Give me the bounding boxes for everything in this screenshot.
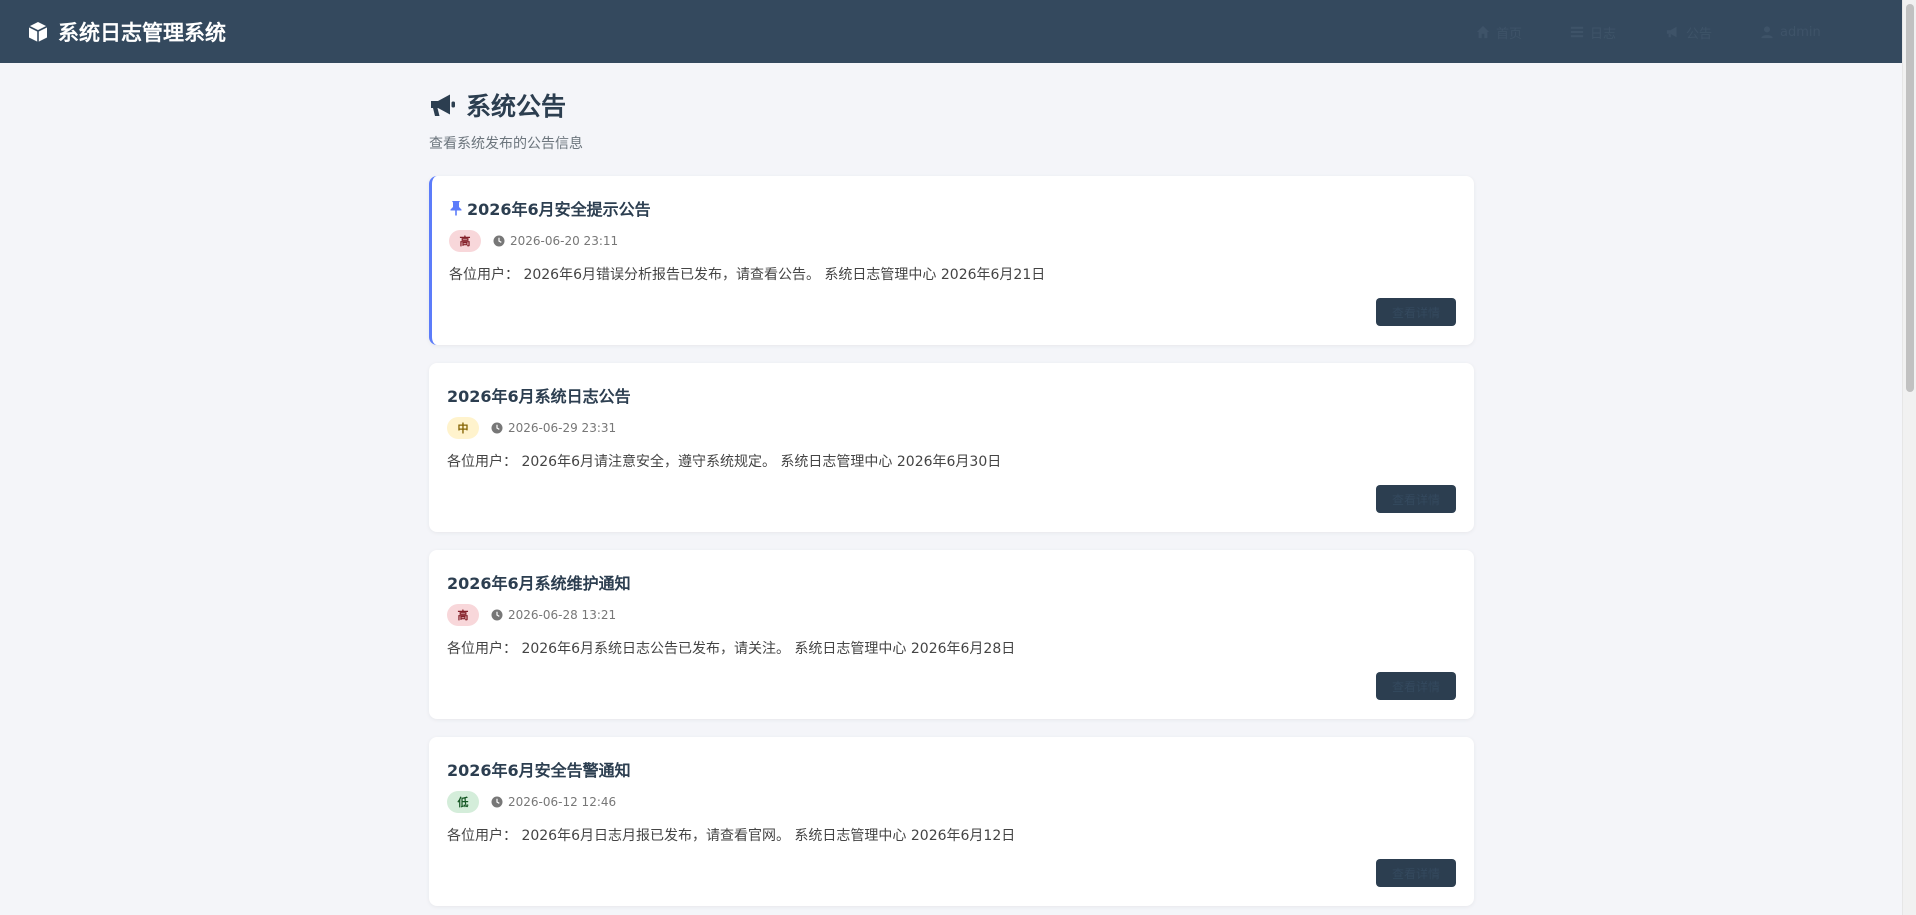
nav-item-label: 公告 [1686,26,1713,42]
page-scrollbar[interactable] [1902,0,1916,915]
nav-item-logs[interactable]: 日志 [1570,22,1616,42]
megaphone-icon [1666,26,1677,38]
home-icon [1476,25,1490,39]
notice-meta: 高 2026-06-28 13:21 [447,604,616,626]
notice-title: 2026年6月安全提示公告 [449,196,651,220]
page-title: 系统公告 [429,87,566,123]
notice-card[interactable]: 2026年6月系统维护通知 高 2026-06-28 13:21 各位用户： 2… [429,550,1474,719]
priority-badge: 高 [449,230,481,252]
clock-icon [491,609,503,621]
notice-card[interactable]: 2026年6月安全告警通知 低 2026-06-12 12:46 各位用户： 2… [429,737,1474,906]
nav-item-home[interactable]: 首页 [1476,22,1522,42]
notice-content: 各位用户： 2026年6月日志月报已发布，请查看官网。 系统日志管理中心 202… [447,828,1016,844]
notice-title-text: 2026年6月安全提示公告 [467,200,651,219]
notice-meta: 中 2026-06-29 23:31 [447,417,616,439]
notice-card[interactable]: 2026年6月系统日志公告 中 2026-06-29 23:31 各位用户： 2… [429,363,1474,532]
notice-title-text: 2026年6月系统日志公告 [447,387,631,406]
page-subtitle: 查看系统发布的公告信息 [429,136,583,152]
nav-item-notices[interactable]: 公告 [1666,22,1712,42]
notice-time-text: 2026-06-12 12:46 [508,795,617,809]
scrollbar-thumb[interactable] [1906,4,1914,392]
notice-time: 2026-06-20 23:11 [493,234,618,248]
pin-icon [450,201,462,216]
notice-meta: 低 2026-06-12 12:46 [447,791,616,813]
notice-time-text: 2026-06-29 23:31 [508,421,617,435]
notice-content: 各位用户： 2026年6月错误分析报告已发布，请查看公告。 系统日志管理中心 2… [449,267,1046,283]
notice-time: 2026-06-29 23:31 [491,421,616,435]
priority-badge: 低 [447,791,479,813]
priority-badge: 高 [447,604,479,626]
nav-item-label: 首页 [1496,26,1523,42]
notice-meta: 高 2026-06-20 23:11 [449,230,618,252]
notice-time-text: 2026-06-28 13:21 [508,608,617,622]
user-icon [1761,26,1773,39]
nav-item-label: 日志 [1590,26,1617,42]
notice-time: 2026-06-28 13:21 [491,608,616,622]
notice-content: 各位用户： 2026年6月系统日志公告已发布，请关注。 系统日志管理中心 202… [447,641,1016,657]
notice-card[interactable]: 2026年6月安全提示公告 高 2026-06-20 23:11 各位用户： 2… [429,176,1474,345]
clock-icon [491,422,503,434]
notice-time-text: 2026-06-20 23:11 [510,234,619,248]
notice-title: 2026年6月系统维护通知 [447,570,631,594]
clock-icon [493,235,505,247]
priority-badge: 中 [447,417,479,439]
view-detail-button[interactable]: 查看详情 [1376,485,1456,513]
notice-content: 各位用户： 2026年6月请注意安全，遵守系统规定。 系统日志管理中心 2026… [447,454,1002,470]
list-icon [1570,26,1584,38]
notice-time: 2026-06-12 12:46 [491,795,616,809]
top-navbar: 系统日志管理系统 首页 日志 公告 admin [0,0,1916,63]
nav-item-user[interactable]: admin [1760,22,1821,42]
notice-title: 2026年6月安全告警通知 [447,757,631,781]
nav-menu: 首页 日志 公告 admin [0,0,1916,63]
notice-title-text: 2026年6月系统维护通知 [447,574,631,593]
notice-title: 2026年6月系统日志公告 [447,383,631,407]
clock-icon [491,796,503,808]
megaphone-icon [431,94,455,116]
view-detail-button[interactable]: 查看详情 [1376,672,1456,700]
page-title-text: 系统公告 [466,92,567,121]
view-detail-button[interactable]: 查看详情 [1376,859,1456,887]
notice-title-text: 2026年6月安全告警通知 [447,761,631,780]
nav-item-label: admin [1780,24,1821,40]
view-detail-button[interactable]: 查看详情 [1376,298,1456,326]
